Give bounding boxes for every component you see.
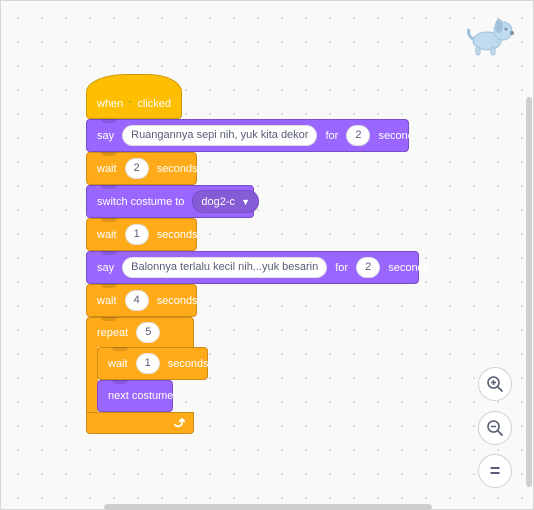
say-message-input[interactable]: Ruangannya sepi nih, yuk kita dekor — [122, 125, 318, 146]
block-word-seconds: seconds — [156, 228, 198, 241]
wait-seconds-input[interactable]: 4 — [124, 290, 149, 311]
block-word-when: when — [97, 98, 124, 110]
say-for-secs-block[interactable]: say Ruangannya sepi nih, yuk kita dekor … — [86, 119, 419, 152]
say-message-input[interactable]: Balonnya terlalu kecil nih...yuk besarin — [122, 257, 328, 278]
wait-seconds-input[interactable]: 1 — [135, 353, 160, 374]
block-word-wait: wait — [108, 357, 128, 370]
block-notch — [101, 119, 117, 123]
block-word-wait: wait — [97, 162, 117, 175]
block-notch — [101, 284, 117, 288]
zoom-in-button[interactable] — [478, 367, 512, 401]
next-costume-block[interactable]: next costume — [97, 380, 173, 412]
costume-dropdown[interactable]: dog2-c ▼ — [192, 190, 259, 213]
block-notch — [112, 347, 128, 351]
block-word-seconds: seconds — [378, 129, 420, 142]
block-word-for: for — [335, 261, 349, 274]
when-flag-clicked-block[interactable]: when clicked — [86, 74, 182, 119]
wait-seconds-input[interactable]: 1 — [124, 224, 149, 245]
block-word-seconds: seconds — [167, 357, 209, 370]
block-word-next-costume: next costume — [108, 390, 174, 402]
repeat-block-footer[interactable] — [86, 412, 194, 434]
vertical-scrollbar[interactable] — [526, 97, 532, 487]
zoom-out-button[interactable] — [478, 411, 512, 445]
zoom-out-icon — [487, 420, 503, 436]
zoom-reset-button[interactable]: = — [478, 454, 512, 488]
block-notch — [112, 380, 128, 384]
block-word-repeat: repeat — [97, 326, 129, 339]
block-notch — [101, 317, 117, 321]
say-for-secs-block[interactable]: say Balonnya terlalu kecil nih...yuk bes… — [86, 251, 429, 284]
wait-seconds-block[interactable]: wait 2 seconds — [86, 152, 198, 185]
horizontal-scrollbar[interactable] — [104, 504, 432, 510]
green-flag-icon — [129, 101, 132, 103]
chevron-down-icon: ▼ — [241, 196, 250, 207]
say-secs-input[interactable]: 2 — [356, 257, 381, 278]
repeat-block-header[interactable]: repeat 5 — [86, 317, 194, 347]
block-notch — [101, 185, 117, 189]
block-word-switch-costume: switch costume to — [97, 195, 185, 208]
block-word-wait: wait — [97, 294, 117, 307]
zoom-reset-icon: = — [489, 461, 501, 481]
wait-seconds-block[interactable]: wait 1 seconds — [86, 218, 198, 251]
wait-seconds-input[interactable]: 2 — [124, 158, 149, 179]
zoom-in-icon — [487, 376, 503, 392]
block-notch — [101, 152, 117, 156]
block-word-wait: wait — [97, 228, 117, 241]
dog-sprite-icon — [467, 19, 514, 56]
wait-seconds-block[interactable]: wait 4 seconds — [86, 284, 198, 317]
block-word-say: say — [97, 129, 115, 142]
say-secs-input[interactable]: 2 — [346, 125, 371, 146]
block-notch — [101, 218, 117, 222]
block-word-seconds: seconds — [156, 162, 198, 175]
loop-arrow-icon — [174, 418, 185, 428]
block-word-seconds: seconds — [156, 294, 198, 307]
block-notch — [101, 251, 117, 255]
wait-seconds-block[interactable]: wait 1 seconds — [97, 347, 209, 380]
switch-costume-block[interactable]: switch costume to dog2-c ▼ — [86, 185, 259, 218]
block-word-clicked: clicked — [137, 98, 171, 110]
block-word-say: say — [97, 261, 115, 274]
costume-dropdown-value: dog2-c — [201, 195, 236, 208]
repeat-times-input[interactable]: 5 — [136, 322, 161, 343]
block-word-seconds: seconds — [388, 261, 430, 274]
block-word-for: for — [325, 129, 339, 142]
